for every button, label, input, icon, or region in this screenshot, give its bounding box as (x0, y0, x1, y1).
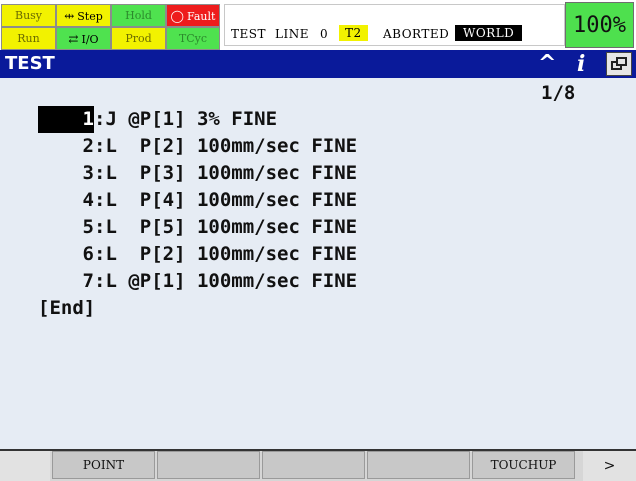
title-bar: TEST ^ i (0, 50, 636, 78)
program-line[interactable]: 1:J @P[1] 3% FINE (38, 106, 357, 133)
instruction-text: :L P[4] 100mm/sec FINE (94, 189, 358, 211)
end-marker: [End] (38, 297, 96, 319)
coord-frame: WORLD (455, 25, 523, 41)
program-line[interactable]: 3:L P[3] 100mm/sec FINE (38, 160, 358, 187)
fault-icon: ◯ (170, 9, 184, 23)
fkey-f4[interactable] (367, 451, 470, 479)
status-line: TEST LINE 0 T2 ABORTED WORLD (224, 4, 565, 46)
info-icon[interactable]: i (577, 51, 585, 77)
program-line[interactable]: 6:L P[2] 100mm/sec FINE (38, 241, 358, 268)
fkey-point[interactable]: POINT (52, 451, 155, 479)
program-line[interactable]: 7:L @P[1] 100mm/sec FINE (38, 268, 358, 295)
step-icon: ⇹ (64, 9, 75, 23)
led-prod-label: Prod (125, 32, 152, 45)
led-step: ⇹ Step (56, 4, 111, 27)
led-io-label: I/O (81, 33, 99, 46)
line-number: 0 (320, 27, 329, 41)
led-fault-label: Fault (186, 10, 216, 23)
led-io: ⇄ I/O (56, 27, 111, 50)
led-run: Run (1, 27, 56, 50)
program-line[interactable]: 5:L P[5] 100mm/sec FINE (38, 214, 358, 241)
line-number: 4 (82, 189, 94, 211)
fkey-f2[interactable] (157, 451, 260, 479)
window-maximize-icon[interactable] (606, 52, 632, 76)
program-line[interactable]: 2:L P[2] 100mm/sec FINE (38, 133, 358, 160)
page-indicator: 1/8 (541, 82, 576, 104)
window-front-frame (616, 57, 627, 66)
instruction-text: :L P[3] 100mm/sec FINE (94, 162, 358, 184)
line-label: LINE (275, 27, 309, 41)
fkey-touchup[interactable]: TOUCHUP (472, 451, 575, 479)
screen-title: TEST (5, 53, 55, 74)
next-page-button[interactable]: > (583, 451, 636, 481)
led-hold: Hold (111, 4, 166, 27)
fkey-spacer (0, 451, 50, 481)
led-hold-label: Hold (125, 9, 152, 22)
status-area: Busy ⇹ Step Hold ◯ Fault Run ⇄ I/O Prod TCy… (0, 0, 636, 50)
line-number: 2 (82, 135, 94, 157)
instruction-text: :L @P[1] 100mm/sec FINE (94, 270, 358, 292)
caret-up-icon[interactable]: ^ (538, 51, 556, 76)
fkey-f3[interactable] (262, 451, 365, 479)
led-tcyc-label: TCyc (178, 32, 208, 45)
line-number-cursor[interactable]: 1 (38, 106, 94, 133)
instruction-text: :L P[2] 100mm/sec FINE (94, 243, 358, 265)
led-fault: ◯ Fault (166, 4, 220, 27)
line-number: 6 (82, 243, 94, 265)
io-icon: ⇄ (68, 32, 79, 46)
program-name: TEST (231, 27, 266, 41)
instruction-text: :L P[2] 100mm/sec FINE (94, 135, 358, 157)
led-run-label: Run (17, 32, 40, 45)
function-key-bar: POINT TOUCHUP > (0, 449, 636, 481)
speed-override: 100% (565, 2, 634, 48)
led-tcyc: TCyc (166, 27, 220, 50)
line-number: 3 (82, 162, 94, 184)
instruction-text: :L P[5] 100mm/sec FINE (94, 216, 358, 238)
instruction-text: :J @P[1] 3% FINE (94, 108, 278, 130)
program-line[interactable]: 4:L P[4] 100mm/sec FINE (38, 187, 358, 214)
mode-badge: T2 (339, 25, 368, 41)
line-number: 5 (82, 216, 94, 238)
led-busy: Busy (1, 4, 56, 27)
led-step-label: Step (77, 10, 103, 23)
program-state: ABORTED (383, 27, 450, 41)
line-number: 7 (82, 270, 94, 292)
led-busy-label: Busy (14, 9, 43, 22)
led-prod: Prod (111, 27, 166, 50)
program-listing: 1:J @P[1] 3% FINE 2:L P[2] 100mm/sec FIN… (38, 106, 357, 322)
